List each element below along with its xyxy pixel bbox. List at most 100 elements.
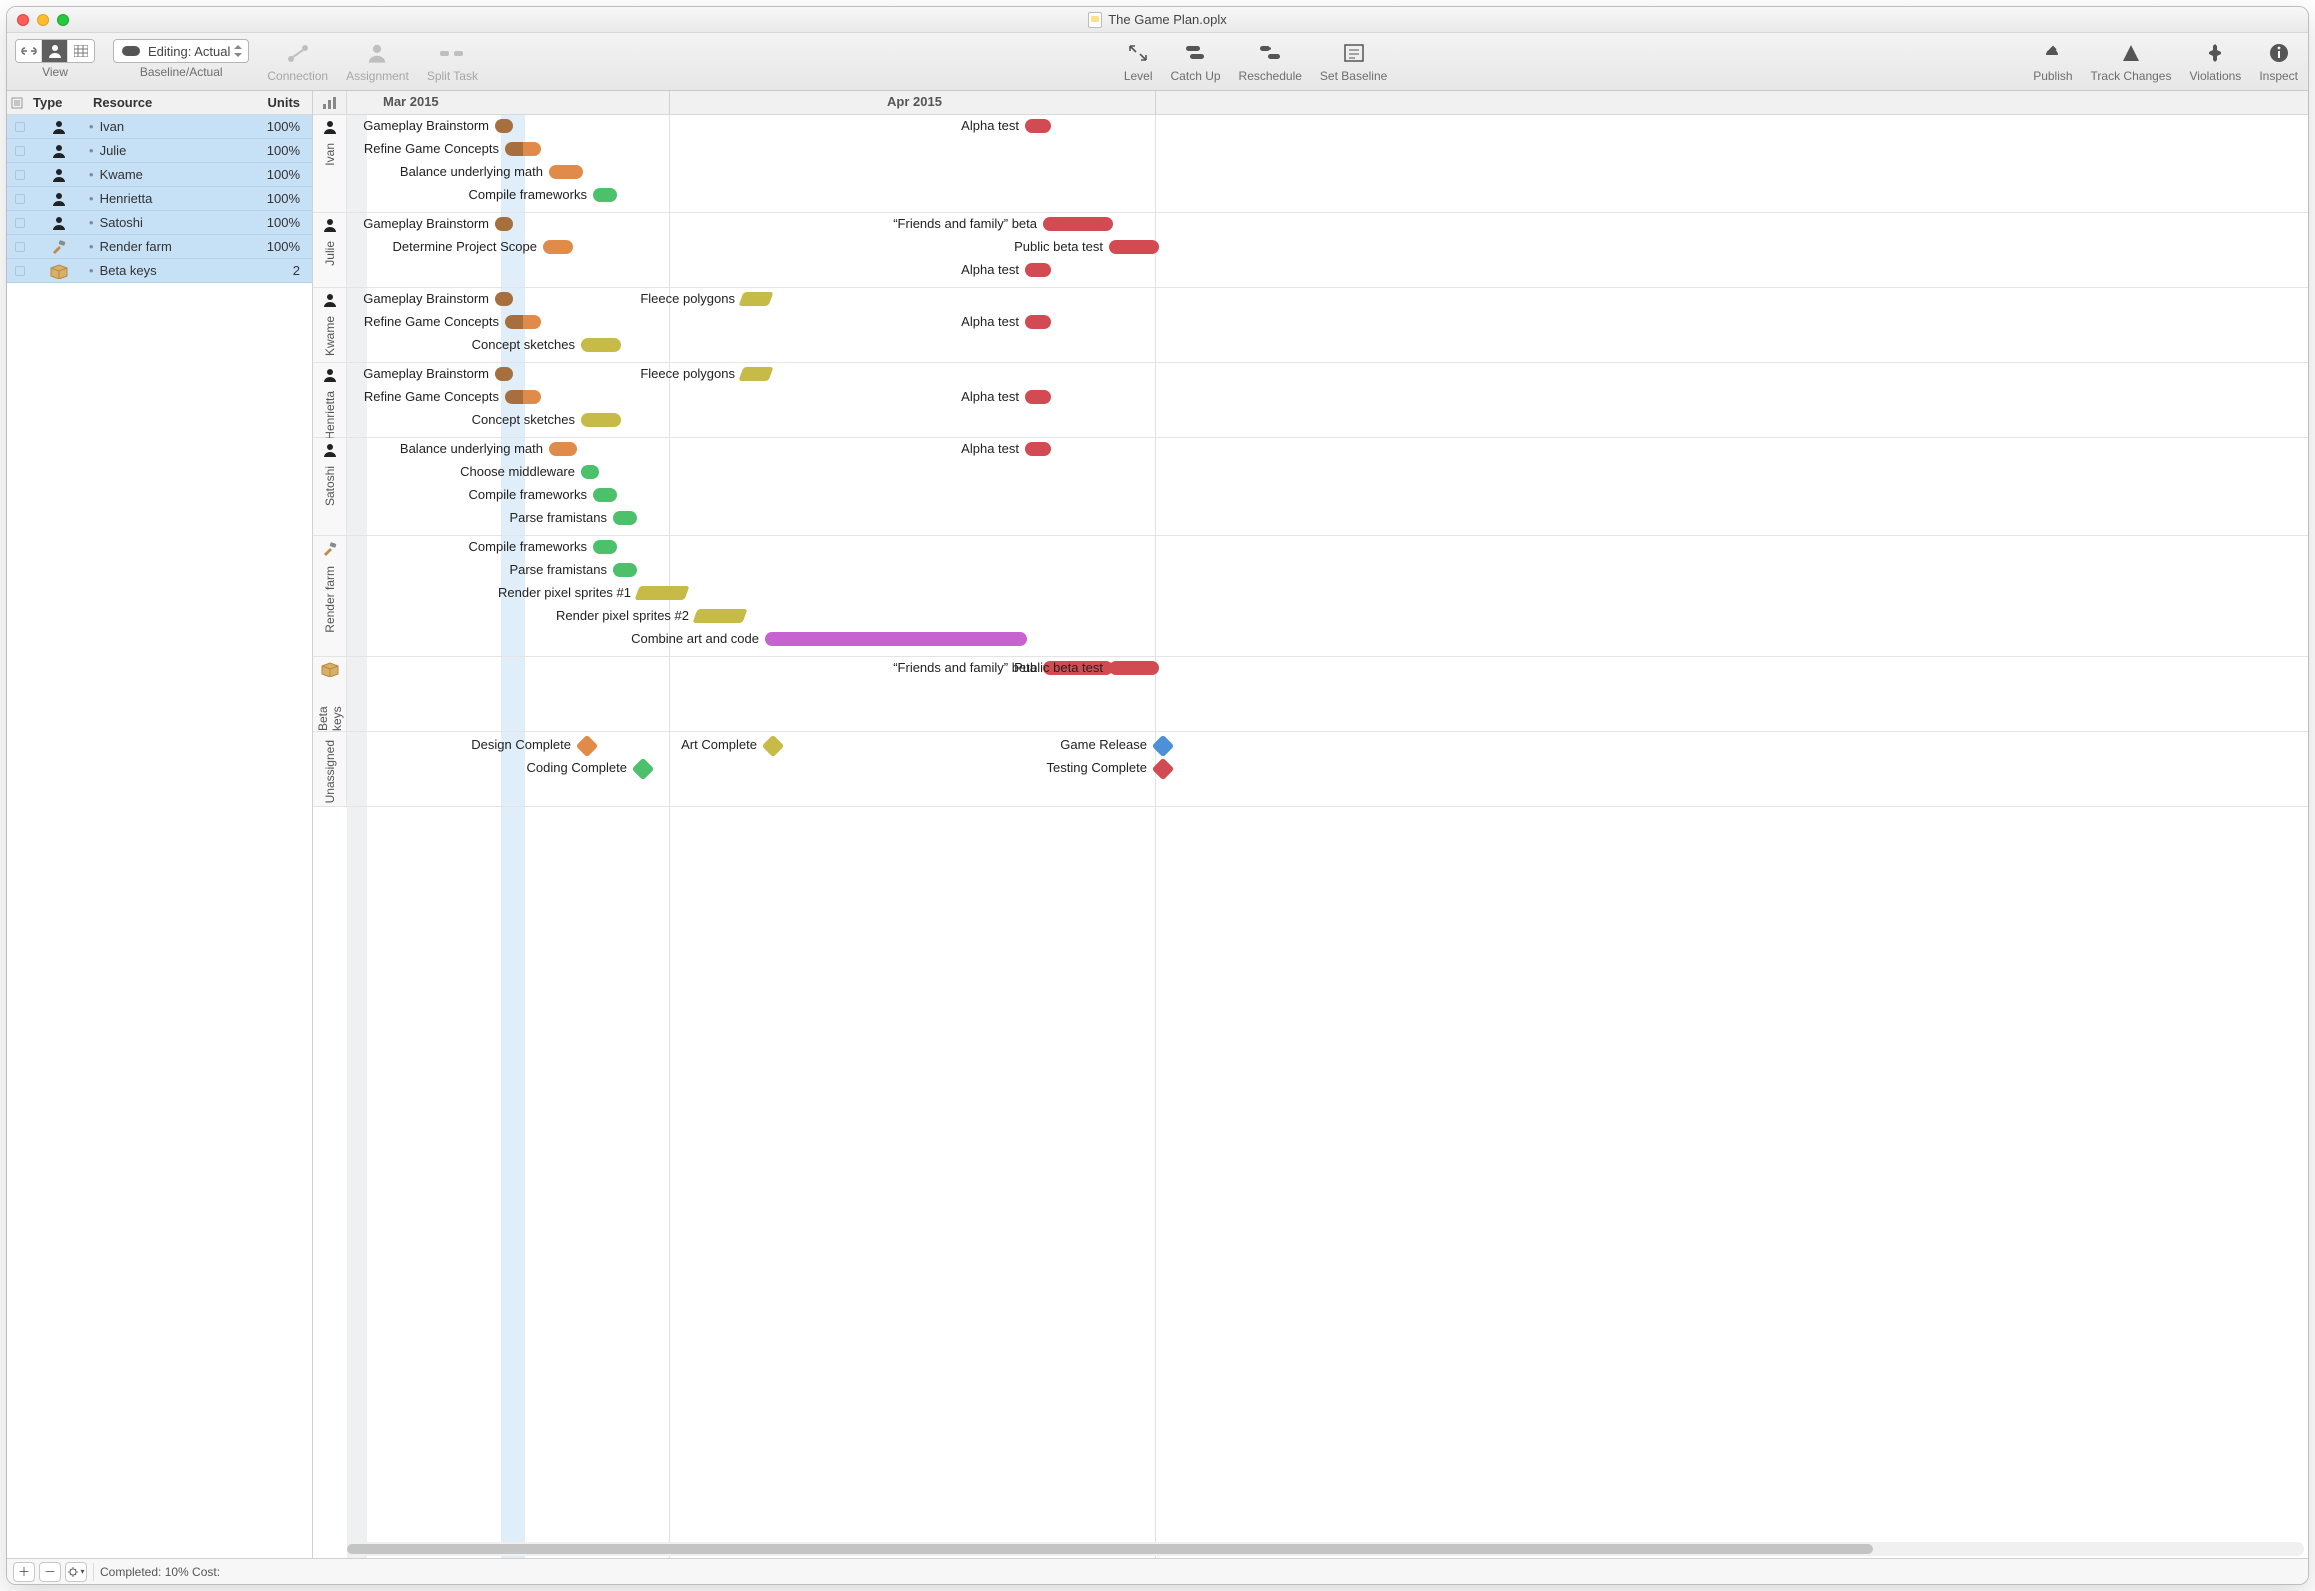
row-handle-icon[interactable] <box>11 194 29 204</box>
assignment-icon[interactable] <box>363 39 391 67</box>
col-type[interactable]: Type <box>33 95 93 110</box>
row-handle-icon[interactable] <box>11 146 29 156</box>
swimlane: IvanGameplay BrainstormRefine Game Conce… <box>313 115 2308 213</box>
milestone-diamond[interactable] <box>632 758 655 781</box>
resource-row[interactable]: • Julie 100% <box>7 139 312 163</box>
view-segmented[interactable] <box>15 39 95 63</box>
task-label: Gameplay Brainstorm <box>363 366 489 381</box>
resource-row[interactable]: • Henrietta 100% <box>7 187 312 211</box>
view-resource-mode[interactable] <box>42 40 68 62</box>
task-label: Public beta test <box>1014 660 1103 675</box>
col-resource[interactable]: Resource <box>93 95 252 110</box>
resource-units: 100% <box>252 143 312 158</box>
resource-type-icon <box>29 263 89 279</box>
task-bar[interactable] <box>765 632 1027 646</box>
task-bar[interactable] <box>543 240 573 254</box>
resource-row[interactable]: • Ivan 100% <box>7 115 312 139</box>
task-bar[interactable] <box>1025 442 1051 456</box>
reschedule-icon[interactable] <box>1256 39 1284 67</box>
publish-icon[interactable] <box>2039 39 2067 67</box>
task-bar[interactable] <box>581 413 621 427</box>
chart-mode-icon[interactable] <box>313 91 347 114</box>
remove-button[interactable]: － <box>39 1562 61 1582</box>
level-icon[interactable] <box>1124 39 1152 67</box>
baseline-popup[interactable]: Editing: Actual <box>113 39 249 63</box>
task-bar[interactable] <box>692 609 747 623</box>
row-handle-icon[interactable] <box>11 170 29 180</box>
resource-name: Ivan <box>100 119 252 134</box>
gear-button[interactable]: ▾ <box>65 1562 87 1582</box>
person-icon <box>322 442 338 458</box>
milestone-diamond[interactable] <box>762 735 785 758</box>
gutter-icon[interactable] <box>11 97 33 109</box>
milestone-diamond[interactable] <box>1152 758 1175 781</box>
task-bar[interactable] <box>581 338 621 352</box>
task-bar[interactable] <box>634 586 689 600</box>
person-icon <box>322 119 338 135</box>
task-bar[interactable] <box>593 488 617 502</box>
task-label: Alpha test <box>961 389 1019 404</box>
task-label: Fleece polygons <box>640 291 735 306</box>
resource-row[interactable]: • Beta keys 2 <box>7 259 312 283</box>
resource-row[interactable]: • Kwame 100% <box>7 163 312 187</box>
task-bar[interactable] <box>1025 119 1051 133</box>
milestone-diamond[interactable] <box>576 735 599 758</box>
task-bar[interactable] <box>1025 263 1051 277</box>
task-bar[interactable] <box>549 442 577 456</box>
task-bar[interactable] <box>613 563 637 577</box>
task-bar[interactable] <box>593 188 617 202</box>
task-bar[interactable] <box>1109 661 1159 675</box>
task-bar[interactable] <box>549 165 583 179</box>
resource-type-icon <box>29 215 89 231</box>
view-link-mode[interactable] <box>16 40 42 62</box>
task-bar[interactable] <box>581 465 599 479</box>
resource-type-icon <box>29 119 89 135</box>
task-bar[interactable] <box>738 367 773 381</box>
task-bar[interactable] <box>495 292 513 306</box>
task-bar[interactable] <box>738 292 773 306</box>
task-bar[interactable] <box>613 511 637 525</box>
task-bar[interactable] <box>1043 217 1113 231</box>
add-button[interactable]: ＋ <box>13 1562 35 1582</box>
box-icon <box>320 661 340 677</box>
task-label: Refine Game Concepts <box>364 314 499 329</box>
track-changes-icon[interactable] <box>2117 39 2145 67</box>
row-handle-icon[interactable] <box>11 122 29 132</box>
task-label: Fleece polygons <box>640 366 735 381</box>
row-handle-icon[interactable] <box>11 242 29 252</box>
catch-up-icon[interactable] <box>1182 39 1210 67</box>
task-label: Alpha test <box>961 314 1019 329</box>
task-bar[interactable] <box>495 119 513 133</box>
task-bar[interactable] <box>1109 240 1159 254</box>
lane-name: Kwame <box>323 316 337 356</box>
task-bar[interactable] <box>593 540 617 554</box>
connection-icon[interactable] <box>284 39 312 67</box>
task-bar[interactable] <box>1025 315 1051 329</box>
milestone-label: Art Complete <box>681 737 757 752</box>
task-bar[interactable] <box>495 217 513 231</box>
row-handle-icon[interactable] <box>11 266 29 276</box>
task-bar[interactable] <box>505 315 541 329</box>
horizontal-scrollbar[interactable] <box>347 1542 2304 1556</box>
milestone-diamond[interactable] <box>1152 735 1175 758</box>
resource-units: 100% <box>252 167 312 182</box>
task-label: Gameplay Brainstorm <box>363 291 489 306</box>
task-label: Determine Project Scope <box>392 239 537 254</box>
violations-icon[interactable] <box>2201 39 2229 67</box>
resource-type-icon <box>29 167 89 183</box>
resource-row[interactable]: • Satoshi 100% <box>7 211 312 235</box>
task-bar[interactable] <box>495 367 513 381</box>
task-bar[interactable] <box>505 390 541 404</box>
view-table-mode[interactable] <box>68 40 94 62</box>
task-bar[interactable] <box>505 142 541 156</box>
task-bar[interactable] <box>1025 390 1051 404</box>
split-task-icon[interactable] <box>438 39 466 67</box>
lane-name: Henrietta <box>323 391 337 440</box>
resource-name: Satoshi <box>100 215 252 230</box>
row-handle-icon[interactable] <box>11 218 29 228</box>
set-baseline-icon[interactable] <box>1340 39 1368 67</box>
inspect-icon[interactable] <box>2265 39 2293 67</box>
col-units[interactable]: Units <box>252 95 312 110</box>
swimlane: JulieGameplay BrainstormDetermine Projec… <box>313 213 2308 288</box>
resource-row[interactable]: • Render farm 100% <box>7 235 312 259</box>
